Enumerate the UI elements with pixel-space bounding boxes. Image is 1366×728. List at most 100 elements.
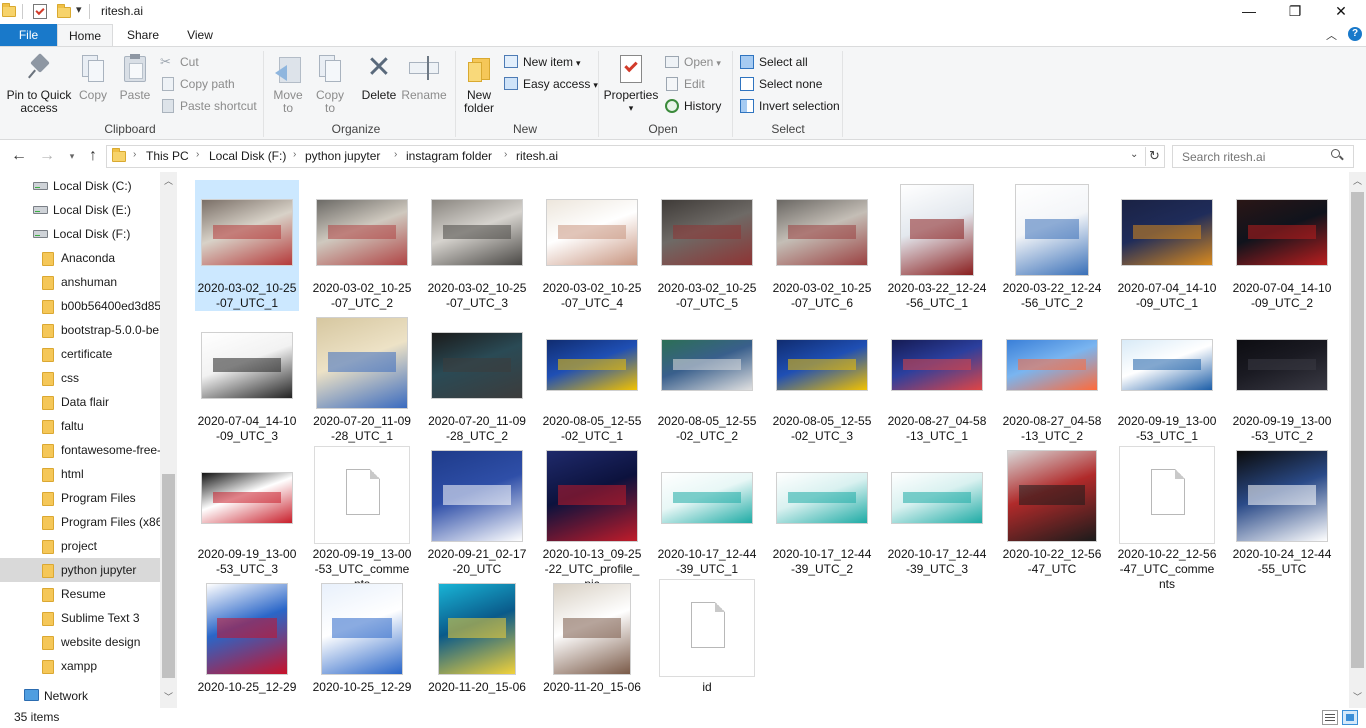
cut-button[interactable]: ✂ Cut	[160, 52, 199, 72]
new-folder-button[interactable]: New folder	[459, 53, 499, 115]
file-item[interactable]: 2020-09-19_13-00-53_UTC_3	[195, 446, 299, 577]
new-item-button[interactable]: New item ▾	[503, 52, 581, 72]
nav-item[interactable]: Program Files	[0, 486, 160, 510]
nav-item[interactable]: anshuman	[0, 270, 160, 294]
nav-item[interactable]: python jupyter	[0, 558, 160, 582]
file-item[interactable]: 2020-11-20_15-06	[540, 579, 644, 695]
select-none-button[interactable]: Select none	[739, 74, 822, 94]
file-item[interactable]: 2020-09-19_13-00-53_UTC_comments	[310, 446, 414, 592]
nav-scroll-thumb[interactable]	[162, 474, 175, 678]
recent-locations-icon[interactable]: ▾	[63, 146, 81, 166]
tab-share[interactable]: Share	[114, 24, 172, 46]
forward-arrow-icon[interactable]: →	[38, 146, 56, 166]
file-item[interactable]: 2020-08-27_04-58-13_UTC_2	[1000, 313, 1104, 444]
file-item[interactable]: 2020-03-02_10-25-07_UTC_3	[425, 180, 529, 311]
tab-view[interactable]: View	[172, 24, 228, 46]
file-item[interactable]: 2020-10-22_12-56-47_UTC_comments	[1115, 446, 1219, 592]
restore-button[interactable]: ❐	[1272, 0, 1318, 24]
file-item[interactable]: 2020-10-17_12-44-39_UTC_1	[655, 446, 759, 577]
breadcrumb-local-disk-f[interactable]: Local Disk (F:)	[209, 149, 286, 163]
large-icons-view-icon[interactable]	[1342, 710, 1358, 725]
minimize-button[interactable]: —	[1226, 0, 1272, 24]
nav-item[interactable]: bootstrap-5.0.0-be	[0, 318, 160, 342]
nav-item[interactable]: fontawesome-free-	[0, 438, 160, 462]
select-all-button[interactable]: Select all	[739, 52, 808, 72]
address-bar[interactable]: › This PC › Local Disk (F:) › python jup…	[106, 145, 1165, 168]
edit-button[interactable]: Edit	[664, 74, 705, 94]
breadcrumb-separator-icon[interactable]: ›	[293, 149, 296, 160]
file-item[interactable]: 2020-03-22_12-24-56_UTC_2	[1000, 180, 1104, 311]
breadcrumb-separator-icon[interactable]: ›	[133, 149, 136, 160]
nav-item[interactable]: Local Disk (F:)	[0, 222, 160, 246]
file-item[interactable]: 2020-10-17_12-44-39_UTC_2	[770, 446, 874, 577]
nav-item[interactable]: b00b56400ed3d85c	[0, 294, 160, 318]
qa-dropdown-icon[interactable]: ▾	[76, 3, 82, 16]
tab-file[interactable]: File	[0, 24, 57, 46]
nav-item[interactable]: Local Disk (E:)	[0, 198, 160, 222]
file-item[interactable]: id	[655, 579, 759, 695]
file-item[interactable]: 2020-08-27_04-58-13_UTC_1	[885, 313, 989, 444]
address-dropdown-icon[interactable]: ⌄	[1130, 149, 1138, 160]
file-item[interactable]: 2020-10-13_09-25-22_UTC_profile_pic	[540, 446, 644, 592]
nav-item[interactable]: Resume	[0, 582, 160, 606]
copy-button[interactable]: Copy	[76, 53, 110, 102]
invert-selection-button[interactable]: Invert selection	[739, 96, 840, 116]
scroll-down-icon[interactable]: ﹀	[1353, 690, 1362, 703]
search-icon[interactable]	[1331, 149, 1344, 161]
file-item[interactable]: 2020-09-19_13-00-53_UTC_2	[1230, 313, 1334, 444]
scroll-up-icon[interactable]: ︿	[164, 174, 173, 187]
file-item[interactable]: 2020-08-05_12-55-02_UTC_2	[655, 313, 759, 444]
file-item[interactable]: 2020-03-02_10-25-07_UTC_4	[540, 180, 644, 311]
content-scrollbar[interactable]: ︿ ﹀	[1349, 172, 1366, 708]
breadcrumb-separator-icon[interactable]: ›	[196, 149, 199, 160]
help-icon[interactable]: ?	[1348, 27, 1362, 41]
breadcrumb-separator-icon[interactable]: ›	[504, 149, 507, 160]
paste-button[interactable]: Paste	[118, 53, 152, 102]
copy-path-button[interactable]: Copy path	[160, 74, 235, 94]
file-item[interactable]: 2020-08-05_12-55-02_UTC_1	[540, 313, 644, 444]
close-button[interactable]: ✕	[1318, 0, 1364, 24]
nav-item[interactable]: html	[0, 462, 160, 486]
file-item[interactable]: 2020-07-04_14-10-09_UTC_1	[1115, 180, 1219, 311]
file-item[interactable]: 2020-07-04_14-10-09_UTC_2	[1230, 180, 1334, 311]
file-item[interactable]: 2020-07-20_11-09-28_UTC_1	[310, 313, 414, 444]
file-item[interactable]: 2020-03-02_10-25-07_UTC_2	[310, 180, 414, 311]
easy-access-button[interactable]: Easy access ▾	[503, 74, 598, 94]
file-item[interactable]: 2020-03-02_10-25-07_UTC_5	[655, 180, 759, 311]
nav-item[interactable]: Network	[0, 684, 160, 708]
rename-button[interactable]: Rename	[401, 53, 447, 102]
nav-item[interactable]: Data flair	[0, 390, 160, 414]
file-item[interactable]: 2020-10-24_12-44-55_UTC	[1230, 446, 1334, 577]
nav-item[interactable]: Program Files (x86)	[0, 510, 160, 534]
file-item[interactable]: 2020-03-02_10-25-07_UTC_6	[770, 180, 874, 311]
copy-to-button[interactable]: Copy to	[311, 53, 349, 115]
file-item[interactable]: 2020-07-04_14-10-09_UTC_3	[195, 313, 299, 444]
new-folder-qa-icon[interactable]	[57, 4, 73, 23]
content-scroll-thumb[interactable]	[1351, 192, 1364, 668]
breadcrumb-this-pc[interactable]: This PC	[146, 149, 189, 163]
delete-button[interactable]: ✕ Delete	[358, 53, 400, 102]
file-item[interactable]: 2020-10-25_12-29	[310, 579, 414, 695]
nav-item[interactable]: project	[0, 534, 160, 558]
up-arrow-icon[interactable]: ↑	[84, 146, 102, 166]
scroll-up-icon[interactable]: ︿	[1353, 174, 1362, 187]
file-item[interactable]: 2020-11-20_15-06	[425, 579, 529, 695]
file-item[interactable]: 2020-09-19_13-00-53_UTC_1	[1115, 313, 1219, 444]
open-button[interactable]: Open ▾	[664, 52, 721, 72]
file-item[interactable]: 2020-03-22_12-24-56_UTC_1	[885, 180, 989, 311]
breadcrumb-instagram-folder[interactable]: instagram folder	[406, 149, 492, 163]
search-box[interactable]	[1172, 145, 1354, 168]
nav-item[interactable]: Local Disk (C:)	[0, 174, 160, 198]
properties-qa-icon[interactable]	[33, 4, 49, 20]
file-item[interactable]: 2020-07-20_11-09-28_UTC_2	[425, 313, 529, 444]
nav-item[interactable]: css	[0, 366, 160, 390]
breadcrumb-python-jupyter[interactable]: python jupyter	[305, 149, 380, 163]
file-item[interactable]: 2020-10-22_12-56-47_UTC	[1000, 446, 1104, 577]
move-to-button[interactable]: Move to	[269, 53, 307, 115]
breadcrumb-separator-icon[interactable]: ›	[394, 149, 397, 160]
file-item[interactable]: 2020-10-17_12-44-39_UTC_3	[885, 446, 989, 577]
scroll-down-icon[interactable]: ﹀	[164, 690, 173, 703]
refresh-icon[interactable]: ↻	[1149, 148, 1160, 164]
tab-home[interactable]: Home	[57, 24, 113, 46]
nav-item[interactable]: faltu	[0, 414, 160, 438]
